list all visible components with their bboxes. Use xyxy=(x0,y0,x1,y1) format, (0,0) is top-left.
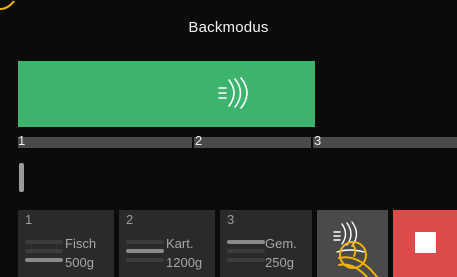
hand-touch-icon xyxy=(338,241,378,277)
step-name: Gem. xyxy=(265,236,297,251)
step-name: Fisch xyxy=(65,236,97,251)
page-title: Backmodus xyxy=(188,19,269,36)
segment-number-1: 1 xyxy=(18,133,26,148)
shelf-level-icon xyxy=(25,240,63,270)
shelf-level-icon xyxy=(227,240,265,270)
mode-button[interactable] xyxy=(317,210,388,277)
stop-button[interactable] xyxy=(393,210,457,277)
step-weight: 250g xyxy=(265,255,294,270)
segment-divider xyxy=(311,137,313,148)
segment-divider xyxy=(192,137,194,148)
steam-icon xyxy=(218,77,248,109)
step-name: Kart. xyxy=(166,236,194,251)
step-tile-1[interactable]: 1 Fisch 500g xyxy=(18,210,114,277)
active-segment-progress xyxy=(18,61,315,127)
shelf-level-icon xyxy=(126,240,164,270)
scroll-handle[interactable] xyxy=(19,163,24,192)
segment-track: 1 2 3 xyxy=(18,133,457,148)
step-number: 3 xyxy=(227,212,235,227)
step-weight: 500g xyxy=(65,255,94,270)
step-number: 2 xyxy=(126,212,134,227)
step-weight: 1200g xyxy=(166,255,203,270)
step-number: 1 xyxy=(25,212,33,227)
corner-arc-icon xyxy=(0,0,15,10)
oven-screen: Backmodus 1 2 3 1 Fisch 500g 2 Kart. 120… xyxy=(0,0,457,277)
segment-number-3: 3 xyxy=(314,133,322,148)
stop-icon xyxy=(415,232,436,253)
step-tile-2[interactable]: 2 Kart. 1200g xyxy=(119,210,215,277)
segment-number-2: 2 xyxy=(195,133,203,148)
step-tile-3[interactable]: 3 Gem. 250g xyxy=(220,210,312,277)
